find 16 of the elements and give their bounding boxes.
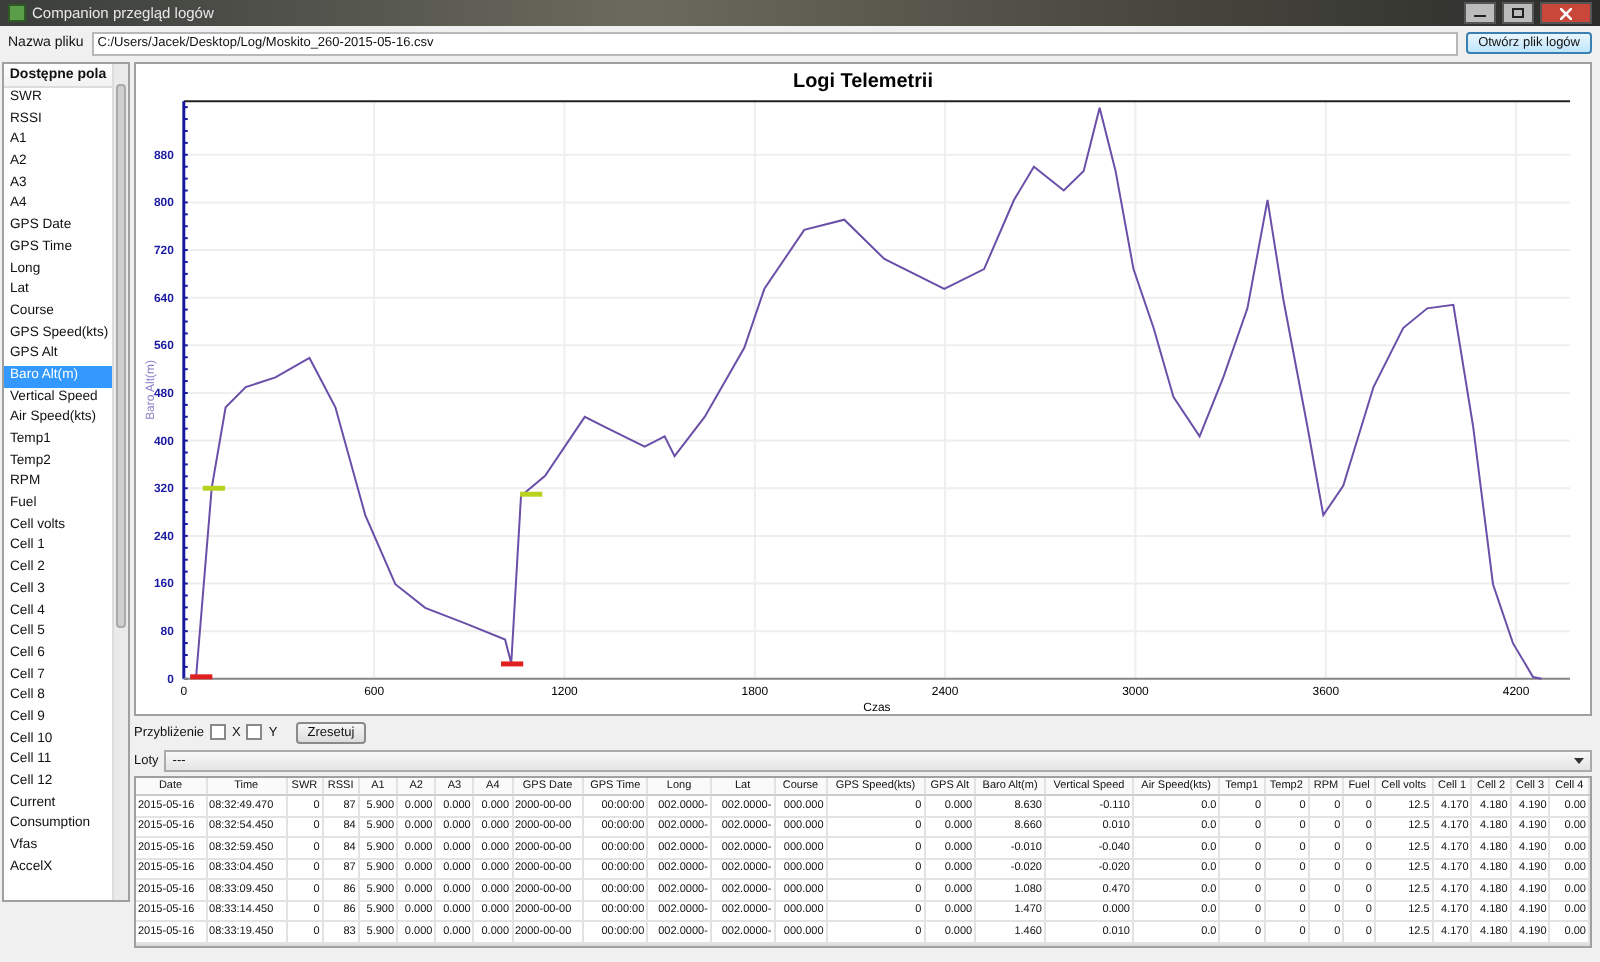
checkbox[interactable] xyxy=(210,724,227,740)
app-icon xyxy=(8,4,26,22)
close-icon xyxy=(1560,7,1572,19)
range-marker xyxy=(190,674,213,680)
range-marker xyxy=(520,491,543,497)
checkbox[interactable] xyxy=(246,724,263,740)
range-marker xyxy=(501,661,524,667)
maximize-button[interactable] xyxy=(1502,2,1534,24)
minimize-icon xyxy=(1474,9,1486,17)
close-button[interactable] xyxy=(1540,2,1592,24)
scrollbar[interactable] xyxy=(112,64,128,900)
caret-icon xyxy=(1574,757,1584,763)
range-marker xyxy=(202,485,226,491)
chart-title: Logi Telemetrii xyxy=(793,71,933,94)
minimize-button[interactable] xyxy=(1464,2,1496,24)
maximize-icon xyxy=(1512,8,1524,18)
